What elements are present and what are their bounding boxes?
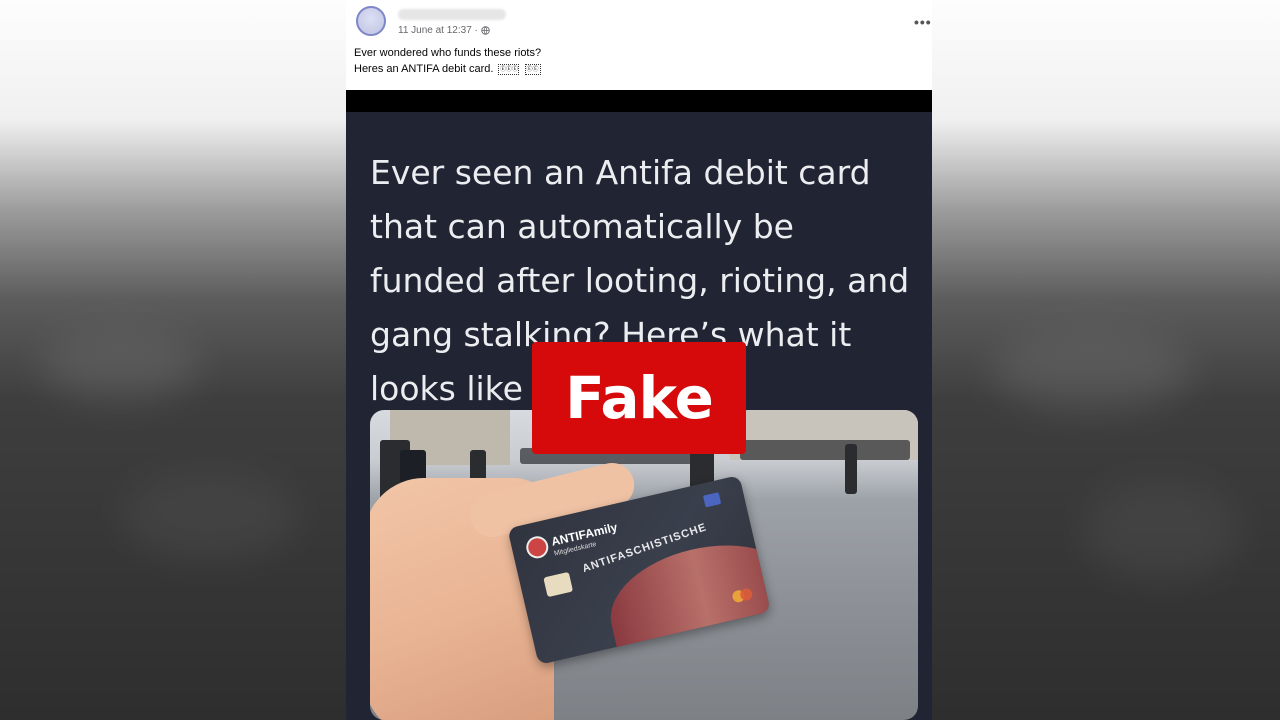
crowd-figure bbox=[740, 440, 910, 460]
media-top-bar bbox=[346, 90, 932, 112]
more-options-button[interactable]: ••• bbox=[914, 15, 932, 29]
redacted-author-name bbox=[398, 9, 506, 20]
post-meta: 11 June at 12:37 · bbox=[398, 25, 490, 36]
background-blur-left bbox=[0, 0, 346, 720]
post-timestamp[interactable]: 11 June at 12:37 · bbox=[398, 25, 478, 36]
globe-icon bbox=[481, 26, 490, 35]
card-chip-icon bbox=[543, 571, 574, 598]
background-blur-right bbox=[932, 0, 1280, 720]
post-header: 11 June at 12:37 · ••• bbox=[354, 6, 931, 42]
card-photo: ANTIFAmily Mitgliedskarte ANTIFASCHISTIS… bbox=[370, 410, 918, 720]
caption-line-2: Heres an ANTIFA debit card. ⒺⒺⒺ ⒺⒺ bbox=[354, 61, 541, 77]
tweet-line: Ever seen an Antifa debit card bbox=[370, 153, 871, 192]
avatar[interactable] bbox=[356, 6, 386, 36]
caption-line-2-text: Heres an ANTIFA debit card. bbox=[354, 63, 494, 75]
card-issuer-icon bbox=[702, 492, 722, 508]
emoji-placeholder-1: ⒺⒺⒺ bbox=[498, 63, 520, 75]
post-caption: Ever wondered who funds these riots? Her… bbox=[354, 45, 541, 77]
emoji-placeholder-2: ⒺⒺ bbox=[524, 63, 541, 75]
card-logo-icon bbox=[524, 534, 551, 561]
crowd-figure bbox=[845, 444, 857, 494]
fake-label-badge: Fake bbox=[532, 342, 746, 454]
tweet-line: that can automatically be bbox=[370, 207, 794, 246]
caption-line-1: Ever wondered who funds these riots? bbox=[354, 47, 542, 59]
tweet-line: funded after looting, rioting, and bbox=[370, 261, 910, 300]
